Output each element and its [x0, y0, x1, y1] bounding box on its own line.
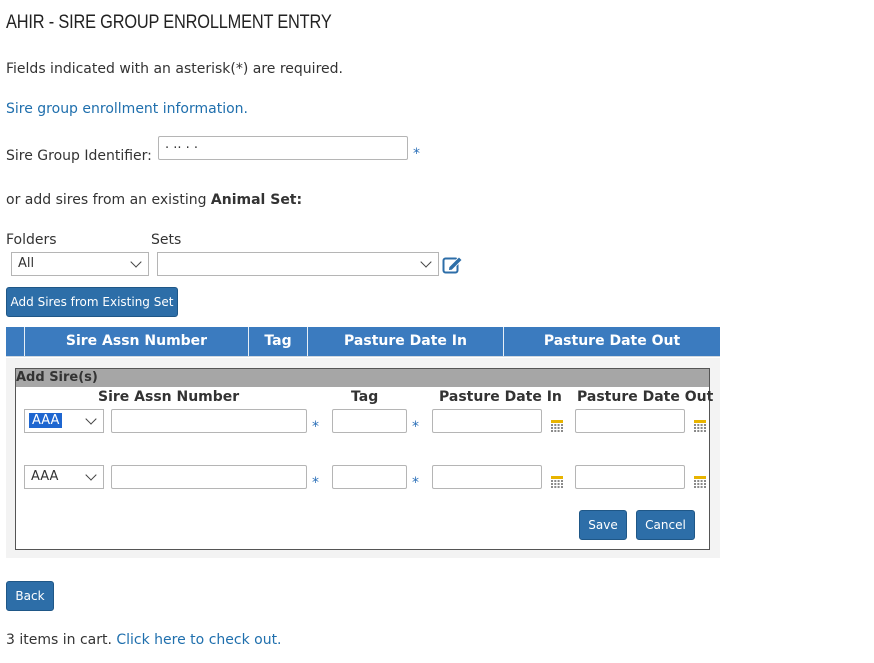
- back-button[interactable]: Back: [6, 581, 54, 611]
- checkout-link[interactable]: Click here to check out.: [116, 632, 281, 648]
- save-button[interactable]: Save: [579, 510, 627, 540]
- cart-status: 3 items in cart. Click here to check out…: [6, 632, 282, 648]
- chevron-down-icon: [85, 413, 97, 425]
- sets-select[interactable]: [157, 252, 439, 276]
- folders-label: Folders: [6, 232, 57, 248]
- calendar-icon[interactable]: [551, 420, 563, 432]
- cart-count: 3 items in cart.: [6, 632, 117, 648]
- panel-header-pasture-date-out: Pasture Date Out: [577, 389, 714, 405]
- sire-group-identifier-input[interactable]: [158, 136, 408, 160]
- header-sire-assn-number: Sire Assn Number: [24, 327, 248, 356]
- page-title: AHIR - SIRE GROUP ENROLLMENT ENTRY: [6, 12, 332, 33]
- add-sires-panel-title: Add Sire(s): [16, 369, 709, 387]
- cancel-button[interactable]: Cancel: [636, 510, 695, 540]
- required-asterisk: *: [312, 419, 319, 435]
- animal-set-prompt: or add sires from an existing Animal Set…: [6, 192, 302, 208]
- breed-select-value: AAA: [29, 413, 63, 428]
- required-asterisk: *: [312, 475, 319, 491]
- sire-assn-number-input-row-2[interactable]: [111, 465, 307, 489]
- header-tag: Tag: [248, 327, 307, 356]
- sire-assn-number-input-row-1[interactable]: [111, 409, 307, 433]
- chevron-down-icon: [85, 469, 97, 481]
- calendar-icon[interactable]: [551, 476, 563, 488]
- required-note: Fields indicated with an asterisk(*) are…: [6, 61, 343, 77]
- calendar-icon[interactable]: [694, 476, 706, 488]
- calendar-icon[interactable]: [694, 420, 706, 432]
- header-select-col: [6, 327, 24, 356]
- sets-label: Sets: [151, 232, 182, 248]
- header-pasture-date-in: Pasture Date In: [307, 327, 503, 356]
- panel-header-sire-assn-number: Sire Assn Number: [98, 389, 240, 405]
- animal-set-bold: Animal Set:: [210, 192, 303, 208]
- pasture-date-in-input-row-2[interactable]: [432, 465, 542, 489]
- required-asterisk: *: [413, 146, 420, 162]
- panel-header-tag: Tag: [351, 389, 379, 405]
- animal-set-prefix: or add sires from an existing: [6, 192, 211, 208]
- tag-input-row-1[interactable]: [332, 409, 407, 433]
- pasture-date-out-input-row-2[interactable]: [575, 465, 685, 489]
- required-asterisk: *: [412, 475, 419, 491]
- edit-set-icon[interactable]: [442, 255, 464, 275]
- sires-table-header: Sire Assn Number Tag Pasture Date In Pas…: [6, 327, 720, 357]
- pasture-date-in-input-row-1[interactable]: [432, 409, 542, 433]
- chevron-down-icon: [130, 256, 142, 268]
- breed-select-row-2[interactable]: AAA: [24, 465, 104, 489]
- required-asterisk: *: [412, 419, 419, 435]
- breed-select-row-1[interactable]: AAA: [24, 409, 104, 433]
- header-pasture-date-out: Pasture Date Out: [503, 327, 720, 356]
- breed-select-value: AAA: [31, 469, 59, 484]
- folders-select[interactable]: All: [11, 252, 149, 276]
- tag-input-row-2[interactable]: [332, 465, 407, 489]
- add-sires-from-set-button[interactable]: Add Sires from Existing Set: [6, 287, 178, 317]
- folders-select-value: All: [18, 256, 35, 271]
- pasture-date-out-input-row-1[interactable]: [575, 409, 685, 433]
- panel-header-pasture-date-in: Pasture Date In: [439, 389, 562, 405]
- chevron-down-icon: [420, 256, 432, 268]
- sire-group-identifier-label: Sire Group Identifier:: [6, 148, 152, 164]
- sire-group-info-link[interactable]: Sire group enrollment information.: [6, 101, 248, 117]
